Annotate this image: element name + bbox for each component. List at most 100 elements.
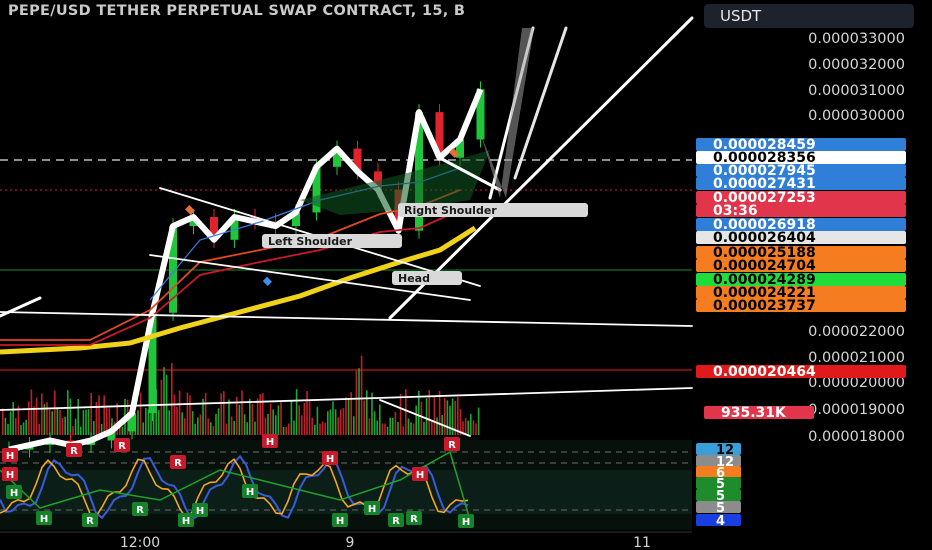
volume-bar [477, 407, 480, 435]
oscillator-label-text: 4 [716, 514, 725, 529]
pivot-marker-text: R [392, 516, 400, 527]
volume-bar [295, 389, 298, 435]
volume-bars [2, 355, 480, 435]
pivot-marker: R [66, 443, 82, 457]
pivot-marker: H [36, 511, 52, 525]
volume-bar [25, 419, 27, 435]
volume-bar [303, 403, 306, 435]
pivot-marker-text: H [10, 488, 18, 499]
pivot-marker-text: H [40, 514, 48, 525]
volume-bar [82, 410, 85, 435]
volume-bar [217, 408, 220, 435]
volume-bar [69, 398, 72, 435]
time-tick-label: 12:00 [120, 535, 160, 550]
pivot-marker: H [364, 501, 380, 515]
price-label: 0.000020464 [696, 364, 906, 380]
price-label: 0.000023737 [696, 298, 906, 314]
volume-bar [33, 406, 35, 435]
volume-bar [368, 418, 371, 435]
price-tick-label: 0.000032000 [808, 57, 905, 73]
chart-canvas[interactable]: Right ShoulderLeft ShoulderHead H R RRHHHR… [0, 0, 932, 550]
volume-bar [249, 398, 251, 435]
volume-bar [288, 423, 290, 435]
volume-bar [311, 417, 313, 435]
volume-bar [433, 396, 436, 435]
volume-bar [334, 409, 337, 435]
volume-bar [457, 397, 459, 435]
volume-bar [238, 404, 241, 435]
price-label-text: 0.000023737 [713, 298, 816, 314]
volume-bar [38, 424, 40, 435]
time-tick-label: 9 [346, 535, 355, 550]
volume-bar [431, 420, 433, 435]
pivot-marker-text: H [416, 470, 424, 481]
volume-bar [436, 417, 438, 435]
volume-bar [230, 416, 233, 435]
volume-bar [46, 402, 48, 435]
volume-bar [332, 401, 334, 435]
volume-bar [28, 401, 30, 435]
volume-bar [228, 399, 230, 435]
volume-bar [269, 403, 272, 435]
volume-bar [319, 423, 321, 435]
volume-bar [199, 414, 202, 435]
price-label-text: 0.000026404 [713, 230, 816, 246]
volume-bar [210, 422, 212, 435]
price-tick-label: 0.000031000 [808, 83, 905, 99]
volume-bar [301, 415, 303, 435]
pivot-marker-text: H [368, 504, 376, 515]
volume-bar [407, 418, 410, 435]
volume-bar [2, 408, 4, 435]
volume-bar [225, 423, 228, 435]
volume-bar [256, 398, 259, 435]
volume-bar [464, 417, 467, 435]
pivot-marker: H [322, 451, 338, 465]
price-tick-label: 0.000019000 [808, 402, 905, 418]
volume-bar [381, 423, 384, 435]
pivot-marker-text: H [326, 454, 334, 465]
volume-bar [48, 409, 51, 435]
price-label: 935.31K [704, 405, 814, 421]
volume-bar [280, 401, 282, 435]
volume-bar [74, 418, 77, 435]
pivot-marker-text: R [410, 514, 418, 525]
volume-bar [243, 414, 246, 435]
volume-bar [425, 398, 428, 435]
volume-bar [191, 411, 194, 435]
volume-bar [264, 417, 267, 435]
volume-bar [355, 370, 358, 435]
volume-bar [410, 422, 412, 435]
volume-bar [282, 427, 285, 435]
volume-bar [384, 423, 386, 435]
price-tick-label: 0.000021000 [808, 350, 905, 366]
oscillator-label: 4 [696, 514, 741, 529]
volume-bar [90, 392, 92, 435]
volume-bar [392, 417, 394, 435]
pivot-marker: R [444, 437, 460, 451]
pivot-marker: H [2, 448, 18, 462]
pivot-marker-text: R [86, 516, 94, 527]
pivot-marker-text: H [266, 437, 274, 448]
volume-bar [59, 409, 61, 435]
pivot-marker-text: R [70, 446, 78, 457]
pivot-marker-text: R [118, 441, 126, 452]
volume-bar [285, 426, 287, 435]
pivot-marker-text: H [246, 487, 254, 498]
volume-bar [446, 400, 449, 435]
volume-bar [397, 421, 399, 435]
pivot-marker: H [242, 484, 258, 498]
volume-bar [470, 414, 472, 435]
pivot-marker-text: R [448, 440, 456, 451]
volume-bar [363, 400, 365, 435]
volume-bar [472, 420, 475, 435]
pivot-marker: R [406, 511, 422, 525]
pattern-label: Left Shoulder [262, 234, 402, 248]
volume-bar [389, 417, 391, 435]
time-axis: 12:00 9 11 [120, 535, 651, 550]
volume-bar [173, 394, 176, 435]
volume-bar [7, 424, 9, 435]
volume-bar [142, 422, 144, 435]
pivot-marker-text: H [462, 517, 470, 528]
volume-bar [412, 423, 415, 435]
volume-bar [241, 390, 243, 435]
